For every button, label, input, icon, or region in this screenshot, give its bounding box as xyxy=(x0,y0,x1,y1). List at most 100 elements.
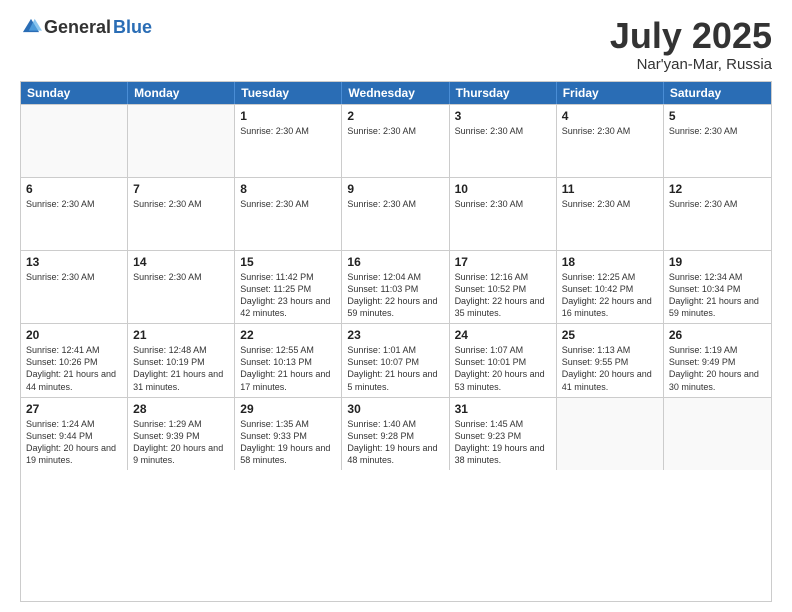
calendar-cell: 2 Sunrise: 2:30 AM xyxy=(342,105,449,177)
day-number: 10 xyxy=(455,182,551,196)
day-number: 19 xyxy=(669,255,766,269)
day-info: Sunrise: 2:30 AM xyxy=(455,125,551,137)
day-number: 25 xyxy=(562,328,658,342)
calendar-cell: 15Sunrise: 11:42 PM Sunset: 11:25 PM Day… xyxy=(235,251,342,324)
day-info: Sunrise: 2:30 AM xyxy=(669,125,766,137)
day-number: 11 xyxy=(562,182,658,196)
day-number: 21 xyxy=(133,328,229,342)
calendar-cell: 18Sunrise: 12:25 AM Sunset: 10:42 PM Day… xyxy=(557,251,664,324)
calendar-cell: 6 Sunrise: 2:30 AM xyxy=(21,178,128,250)
calendar-cell: 14 Sunrise: 2:30 AM xyxy=(128,251,235,324)
day-info: Sunrise: 1:24 AM Sunset: 9:44 PM Dayligh… xyxy=(26,418,122,467)
day-number: 4 xyxy=(562,109,658,123)
calendar-cell xyxy=(21,105,128,177)
day-info: Sunrise: 1:13 AM Sunset: 9:55 PM Dayligh… xyxy=(562,344,658,393)
calendar: Sunday Monday Tuesday Wednesday Thursday… xyxy=(20,81,772,602)
day-number: 29 xyxy=(240,402,336,416)
calendar-cell: 3 Sunrise: 2:30 AM xyxy=(450,105,557,177)
day-info: Sunrise: 1:01 AM Sunset: 10:07 PM Daylig… xyxy=(347,344,443,393)
calendar-cell: 5 Sunrise: 2:30 AM xyxy=(664,105,771,177)
day-number: 20 xyxy=(26,328,122,342)
day-number: 6 xyxy=(26,182,122,196)
header: GeneralBlue July 2025 Nar'yan-Mar, Russi… xyxy=(20,16,772,73)
day-info: Sunrise: 12:41 AM Sunset: 10:26 PM Dayli… xyxy=(26,344,122,393)
day-info: Sunrise: 2:30 AM xyxy=(26,271,122,283)
day-info: Sunrise: 2:30 AM xyxy=(133,271,229,283)
calendar-cell: 8Sunrise: 2:30 AM xyxy=(235,178,342,250)
day-info: Sunrise: 12:04 AM Sunset: 11:03 PM Dayli… xyxy=(347,271,443,320)
day-number: 1 xyxy=(240,109,336,123)
calendar-week-4: 20 Sunrise: 12:41 AM Sunset: 10:26 PM Day… xyxy=(21,323,771,397)
day-info: Sunrise: 2:30 AM xyxy=(240,125,336,137)
day-info: Sunrise: 12:55 AM Sunset: 10:13 PM Dayli… xyxy=(240,344,336,393)
day-info: Sunrise: 2:30 AM xyxy=(347,125,443,137)
calendar-cell: 19 Sunrise: 12:34 AM Sunset: 10:34 PM Day… xyxy=(664,251,771,324)
day-info: Sunrise: 1:19 AM Sunset: 9:49 PM Dayligh… xyxy=(669,344,766,393)
day-info: Sunrise: 2:30 AM xyxy=(347,198,443,210)
day-number: 9 xyxy=(347,182,443,196)
weekday-friday: Friday xyxy=(557,82,664,104)
day-info: Sunrise: 11:42 PM Sunset: 11:25 PM Dayli… xyxy=(240,271,336,320)
calendar-cell: 23Sunrise: 1:01 AM Sunset: 10:07 PM Dayl… xyxy=(342,324,449,397)
day-info: Sunrise: 1:40 AM Sunset: 9:28 PM Dayligh… xyxy=(347,418,443,467)
day-number: 14 xyxy=(133,255,229,269)
day-info: Sunrise: 2:30 AM xyxy=(669,198,766,210)
day-number: 31 xyxy=(455,402,551,416)
calendar-cell: 12 Sunrise: 2:30 AM xyxy=(664,178,771,250)
calendar-cell: 11 Sunrise: 2:30 AM xyxy=(557,178,664,250)
weekday-sunday: Sunday xyxy=(21,82,128,104)
weekday-wednesday: Wednesday xyxy=(342,82,449,104)
day-number: 2 xyxy=(347,109,443,123)
calendar-cell: 28Sunrise: 1:29 AM Sunset: 9:39 PM Dayli… xyxy=(128,398,235,471)
calendar-cell: 31Sunrise: 1:45 AM Sunset: 9:23 PM Dayli… xyxy=(450,398,557,471)
calendar-cell: 17Sunrise: 12:16 AM Sunset: 10:52 PM Day… xyxy=(450,251,557,324)
day-info: Sunrise: 1:29 AM Sunset: 9:39 PM Dayligh… xyxy=(133,418,229,467)
calendar-cell: 22 Sunrise: 12:55 AM Sunset: 10:13 PM Day… xyxy=(235,324,342,397)
calendar-cell xyxy=(128,105,235,177)
day-info: Sunrise: 2:30 AM xyxy=(26,198,122,210)
weekday-monday: Monday xyxy=(128,82,235,104)
page: GeneralBlue July 2025 Nar'yan-Mar, Russi… xyxy=(0,0,792,612)
calendar-cell xyxy=(664,398,771,471)
calendar-cell: 7 Sunrise: 2:30 AM xyxy=(128,178,235,250)
calendar-cell: 24Sunrise: 1:07 AM Sunset: 10:01 PM Dayl… xyxy=(450,324,557,397)
calendar-cell: 30Sunrise: 1:40 AM Sunset: 9:28 PM Dayli… xyxy=(342,398,449,471)
day-info: Sunrise: 12:48 AM Sunset: 10:19 PM Dayli… xyxy=(133,344,229,393)
day-number: 5 xyxy=(669,109,766,123)
logo: GeneralBlue xyxy=(20,16,152,38)
calendar-week-3: 13Sunrise: 2:30 AM 14 Sunrise: 2:30 AM 15Su… xyxy=(21,250,771,324)
calendar-cell: 13Sunrise: 2:30 AM xyxy=(21,251,128,324)
calendar-cell: 26Sunrise: 1:19 AM Sunset: 9:49 PM Dayli… xyxy=(664,324,771,397)
day-info: Sunrise: 12:34 AM Sunset: 10:34 PM Dayli… xyxy=(669,271,766,320)
day-info: Sunrise: 1:07 AM Sunset: 10:01 PM Daylig… xyxy=(455,344,551,393)
calendar-body: 1 Sunrise: 2:30 AM 2 Sunrise: 2:30 AM 3 Sunri… xyxy=(21,104,771,471)
day-info: Sunrise: 1:35 AM Sunset: 9:33 PM Dayligh… xyxy=(240,418,336,467)
day-info: Sunrise: 12:25 AM Sunset: 10:42 PM Dayli… xyxy=(562,271,658,320)
calendar-header: Sunday Monday Tuesday Wednesday Thursday… xyxy=(21,82,771,104)
calendar-cell: 10Sunrise: 2:30 AM xyxy=(450,178,557,250)
calendar-cell xyxy=(557,398,664,471)
calendar-cell: 20 Sunrise: 12:41 AM Sunset: 10:26 PM Day… xyxy=(21,324,128,397)
calendar-cell: 9 Sunrise: 2:30 AM xyxy=(342,178,449,250)
day-number: 3 xyxy=(455,109,551,123)
day-number: 12 xyxy=(669,182,766,196)
logo-general: General xyxy=(44,17,111,38)
weekday-thursday: Thursday xyxy=(450,82,557,104)
calendar-cell: 21 Sunrise: 12:48 AM Sunset: 10:19 PM Day… xyxy=(128,324,235,397)
day-number: 8 xyxy=(240,182,336,196)
day-number: 17 xyxy=(455,255,551,269)
calendar-week-2: 6Sunrise: 2:30 AM7Sunrise: 2:30 AM8Sunri… xyxy=(21,177,771,250)
calendar-cell: 25 Sunrise: 1:13 AM Sunset: 9:55 PM Dayli… xyxy=(557,324,664,397)
calendar-week-1: 1 Sunrise: 2:30 AM 2 Sunrise: 2:30 AM 3 Sunri… xyxy=(21,104,771,177)
day-info: Sunrise: 2:30 AM xyxy=(562,125,658,137)
day-info: Sunrise: 2:30 AM xyxy=(133,198,229,210)
day-number: 22 xyxy=(240,328,336,342)
location-title: Nar'yan-Mar, Russia xyxy=(610,56,772,73)
calendar-cell: 16Sunrise: 12:04 AM Sunset: 11:03 PM Day… xyxy=(342,251,449,324)
weekday-saturday: Saturday xyxy=(664,82,771,104)
title-block: July 2025 Nar'yan-Mar, Russia xyxy=(610,16,772,73)
logo-blue: Blue xyxy=(113,17,152,38)
calendar-cell: 27Sunrise: 1:24 AM Sunset: 9:44 PM Dayli… xyxy=(21,398,128,471)
day-number: 7 xyxy=(133,182,229,196)
day-info: Sunrise: 2:30 AM xyxy=(562,198,658,210)
